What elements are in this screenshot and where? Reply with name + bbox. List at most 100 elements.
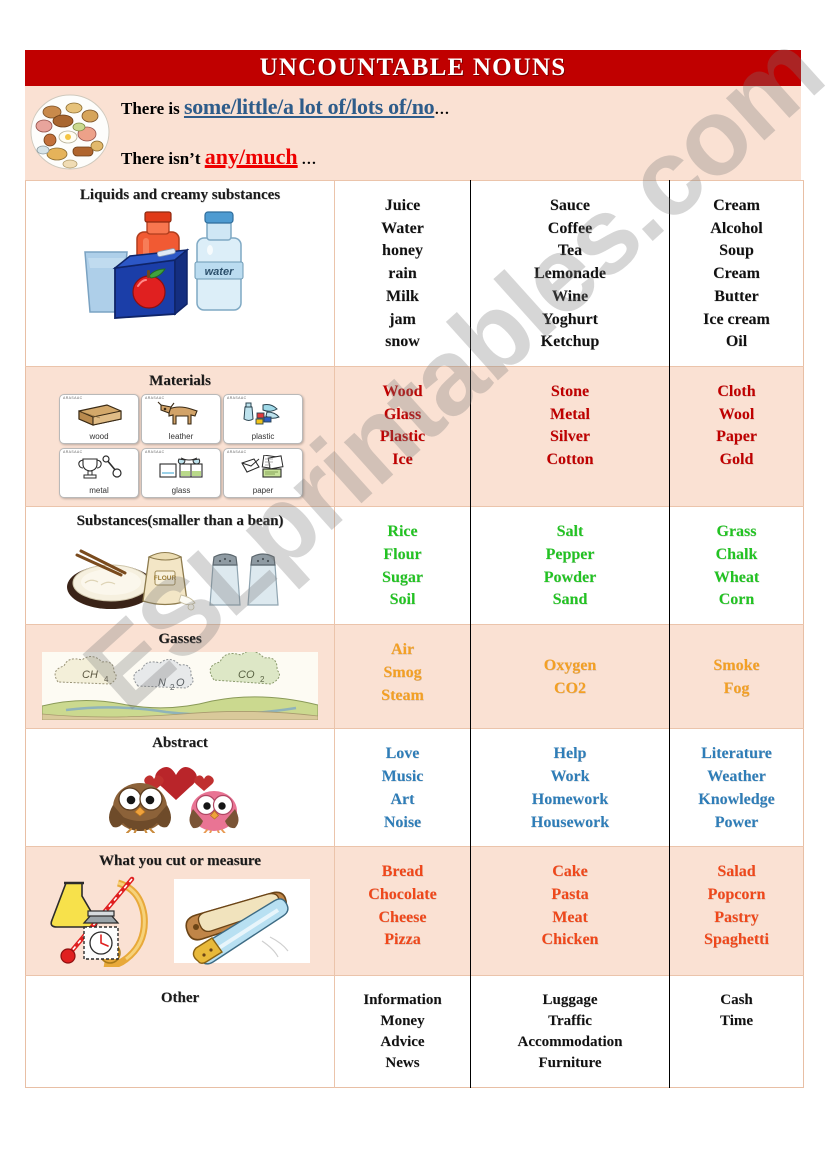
words-col1-other: Information Money Advice News — [334, 974, 471, 1088]
noun-word: Paper — [716, 428, 757, 446]
intro-line-affirmative: There is some/little/a lot of/lots of/no… — [121, 94, 801, 119]
words-col1-abstract: Love Music Art Noise — [334, 728, 471, 847]
noun-word: Weather — [707, 768, 766, 786]
noun-word: Accommodation — [517, 1034, 623, 1051]
noun-word: Sauce — [550, 197, 590, 214]
noun-word: Cash — [720, 991, 753, 1008]
noun-word: Glass — [383, 405, 422, 423]
noun-word: Lemonade — [534, 265, 606, 283]
word-list: Bread Chocolate Cheese Pizza — [335, 847, 470, 964]
noun-word: Pizza — [384, 931, 421, 949]
noun-word: Chocolate — [368, 886, 437, 903]
words-col2-gasses: Oxygen CO2 — [470, 624, 670, 729]
noun-word: Oil — [725, 333, 748, 351]
noun-word: Art — [390, 790, 415, 808]
two-owls-with-hearts-icon — [26, 755, 334, 841]
noun-word: Power — [714, 813, 759, 831]
svg-text:4: 4 — [104, 675, 109, 684]
intro-line2-lead: There isn’t — [121, 148, 205, 168]
noun-word: Chicken — [541, 931, 599, 949]
worksheet-title-banner: UNCOUNTABLE NOUNS — [25, 50, 801, 86]
table-row: Other Information Money Advice News Lugg… — [25, 974, 804, 1088]
noun-word: Furniture — [538, 1055, 602, 1072]
materials-pictogram-cards-icon: ARASAAC wood ARASAAC leather ARASAAC pla… — [26, 392, 334, 506]
noun-word: Cheese — [378, 908, 427, 926]
noun-word: Information — [363, 991, 442, 1008]
noun-word: Money — [380, 1012, 425, 1029]
category-title: Other — [160, 989, 200, 1006]
noun-word: Rice — [387, 523, 418, 541]
noun-word: Sugar — [382, 568, 423, 586]
svg-text:water: water — [205, 266, 234, 278]
words-col1-substances: Rice Flour Sugar Soil — [334, 506, 471, 625]
word-list: Cash Time — [670, 976, 803, 1045]
noun-word: Spaghetti — [704, 931, 769, 949]
noun-word: Wine — [551, 287, 589, 305]
word-list: Love Music Art Noise — [335, 729, 470, 846]
category-cell-cut-or-measure: What you cut or measure — [25, 846, 335, 976]
noun-word: Cloth — [717, 383, 756, 401]
noun-word: Help — [553, 745, 587, 763]
pictocard-glass: ARASAAC glass — [141, 448, 221, 499]
noun-word: Wool — [718, 405, 755, 423]
pictocard-tag: ARASAAC — [145, 450, 165, 455]
drinks-bottles-juice-carton-icon: water — [26, 206, 334, 328]
svg-text:O: O — [176, 677, 185, 689]
words-col3-cut-or-measure: Salad Popcorn Pastry Spaghetti — [669, 846, 804, 976]
page-title: UNCOUNTABLE NOUNS — [259, 54, 567, 81]
category-cell-other: Other — [25, 974, 335, 1088]
words-col3-substances: Grass Chalk Wheat Corn — [669, 506, 804, 625]
words-col3-gasses: Smoke Fog — [669, 624, 804, 729]
pictocard-tag: ARASAAC — [227, 450, 247, 455]
assorted-food-plate-icon — [25, 90, 115, 174]
noun-word: News — [385, 1055, 420, 1072]
noun-word: Sand — [552, 591, 588, 609]
noun-word: Work — [550, 768, 590, 786]
noun-word: snow — [385, 333, 420, 351]
noun-word: Time — [719, 1012, 754, 1029]
noun-word: Popcorn — [707, 886, 766, 903]
category-title: What you cut or measure — [99, 853, 261, 870]
words-col2-materials: Stone Metal Silver Cotton — [470, 366, 670, 507]
noun-word: Air — [390, 641, 415, 659]
noun-word: Steam — [381, 686, 424, 704]
table-row: Liquids and creamy substances water Juic… — [25, 179, 804, 367]
pictocard-tag: ARASAAC — [227, 396, 247, 401]
noun-word: jam — [389, 310, 416, 328]
word-list: Salt Pepper Powder Sand — [471, 507, 669, 624]
word-list: Oxygen CO2 — [471, 625, 669, 712]
words-col1-gasses: Air Smog Steam — [334, 624, 471, 729]
word-list: Juice Water honey rain Milk jam snow — [335, 181, 470, 366]
noun-word: Cream — [713, 265, 760, 283]
pictocard-label: glass — [171, 486, 191, 496]
pictocard-label: plastic — [251, 432, 275, 442]
noun-word: Powder — [543, 568, 597, 586]
words-col1-liquids: Juice Water honey rain Milk jam snow — [334, 179, 471, 367]
word-list: Rice Flour Sugar Soil — [335, 507, 470, 624]
pictocard-tag: ARASAAC — [145, 396, 165, 401]
noun-word: Luggage — [542, 991, 598, 1008]
word-list: Air Smog Steam — [335, 625, 470, 719]
words-col2-other: Luggage Traffic Accommodation Furniture — [470, 974, 670, 1088]
noun-word: Soil — [389, 591, 416, 609]
noun-word: Cream — [713, 197, 760, 214]
words-col3-abstract: Literature Weather Knowledge Power — [669, 728, 804, 847]
noun-word: Bread — [381, 863, 424, 881]
noun-word: Love — [385, 745, 420, 763]
uncountable-nouns-table: Liquids and creamy substances water Juic… — [25, 179, 804, 1088]
noun-word: Water — [381, 219, 424, 237]
noun-word: Flour — [383, 546, 422, 563]
words-col2-cut-or-measure: Cake Pasta Meat Chicken — [470, 846, 670, 976]
noun-word: Milk — [386, 287, 419, 305]
noun-word: Alcohol — [710, 219, 763, 237]
noun-word: Literature — [701, 745, 772, 763]
word-list: Information Money Advice News — [335, 976, 470, 1087]
words-col2-substances: Salt Pepper Powder Sand — [470, 506, 670, 625]
words-col3-liquids: Cream Alcohol Soup Cream Butter Ice crea… — [669, 179, 804, 367]
intro-line2-quantifiers: any/much — [204, 143, 298, 169]
noun-word: Knowledge — [698, 790, 775, 808]
category-title: Substances(smaller than a bean) — [76, 513, 284, 530]
word-list: Literature Weather Knowledge Power — [670, 729, 803, 846]
words-col1-materials: Wood Glass Plastic Ice — [334, 366, 471, 507]
noun-word: Soup — [719, 242, 754, 260]
